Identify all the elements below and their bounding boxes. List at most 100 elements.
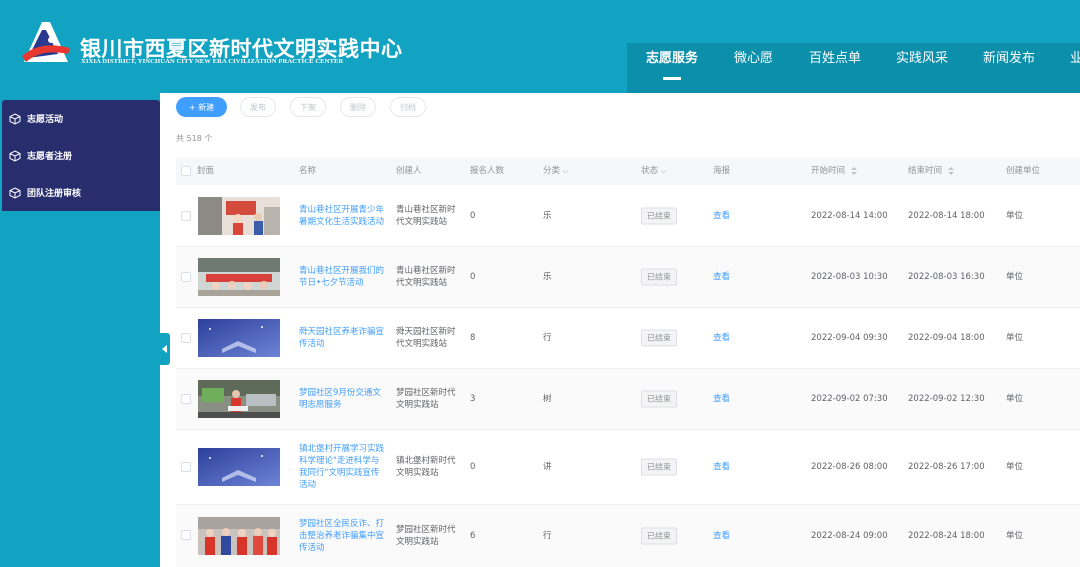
category-cell: 行 — [543, 333, 552, 343]
cover-image[interactable] — [198, 517, 280, 555]
column-header-name: 名称 — [299, 166, 317, 176]
column-header-label: 结束时间 — [908, 166, 943, 176]
row-checkbox[interactable] — [181, 530, 191, 540]
new-button[interactable]: + 新建 — [176, 97, 227, 117]
chevron-down-icon: ⌵ — [660, 167, 667, 175]
nav-item-practice-showcase[interactable]: 实践风采 — [896, 43, 948, 93]
start-time-cell: 2022-09-04 09:30 — [811, 333, 888, 343]
activity-name-link[interactable]: 青山巷社区开展青少年暑期文化生活实践活动 — [299, 204, 387, 228]
sidebar-item-label: 志愿活动 — [27, 115, 64, 125]
unit-cell: 单位 — [1006, 272, 1024, 282]
view-poster-link[interactable]: 查看 — [713, 461, 730, 473]
archive-button[interactable]: 归档 — [390, 97, 426, 117]
row-checkbox[interactable] — [181, 333, 191, 343]
nav-item-micro-wish[interactable]: 微心愿 — [734, 43, 773, 93]
cover-photo — [198, 258, 280, 296]
cover-image[interactable] — [198, 196, 280, 235]
publish-button[interactable]: 发布 — [240, 97, 276, 117]
cover-photo — [198, 319, 280, 357]
view-poster-link[interactable]: 查看 — [713, 393, 730, 405]
site-subtitle: XIXIA DISTRICT, YINCHUAN CITY NEW ERA CI… — [81, 58, 344, 65]
activity-name-link[interactable]: 镇北堡村开展学习实践科学理论"走进科学与我同行"文明实践宣传活动 — [299, 443, 387, 491]
row-checkbox[interactable] — [181, 211, 191, 221]
total-count: 共 518 个 — [176, 134, 213, 143]
status-badge: 已结束 — [641, 527, 677, 545]
status-badge: 已结束 — [641, 207, 677, 224]
sidebar-item-team-review[interactable]: 团队注册审核 — [2, 174, 160, 211]
table-row: 舜天园社区养老诈骗宣传活动 舜天园社区新时代文明实践站 8 行 已结束 查看 2… — [176, 308, 1080, 369]
nav-item-volunteer-service[interactable]: 志愿服务 — [646, 43, 698, 93]
table-row: 梦园社区全民反诈、打击整治养老诈骗集中宣传活动 梦园社区新时代文明实践站 6 行… — [176, 505, 1080, 567]
sidebar-item-label: 团队注册审核 — [27, 189, 82, 199]
start-time-cell: 2022-08-03 10:30 — [811, 272, 888, 282]
row-checkbox[interactable] — [181, 462, 191, 472]
cube-icon — [9, 112, 21, 125]
table-row: 镇北堡村开展学习实践科学理论"走进科学与我同行"文明实践宣传活动 镇北堡村新时代… — [176, 430, 1080, 505]
table-row: 青山巷社区开展我们的节日•七夕节活动 青山巷社区新时代文明实践站 0 乐 已结束… — [176, 247, 1080, 308]
column-header-end-time[interactable]: 结束时间 — [908, 158, 954, 185]
signup-count: 8 — [470, 333, 476, 343]
header: 银川市西夏区新时代文明实践中心 XIXIA DISTRICT, YINCHUAN… — [0, 0, 1080, 93]
creator-cell: 梦园社区新时代文明实践站 — [396, 525, 456, 547]
signup-count: 0 — [470, 210, 476, 221]
status-badge: 已结束 — [641, 268, 677, 286]
end-time-cell: 2022-08-03 16:30 — [908, 272, 985, 282]
cover-image[interactable] — [198, 380, 280, 418]
sidebar-collapse-toggle[interactable] — [160, 333, 170, 365]
status-badge: 已结束 — [641, 329, 677, 347]
top-nav: 志愿服务 微心愿 百姓点单 实践风采 新闻发布 业 — [627, 43, 1080, 93]
creator-cell: 镇北堡村新时代文明实践站 — [396, 456, 456, 478]
cover-image[interactable] — [198, 448, 280, 486]
activity-name-link[interactable]: 舜天园社区养老诈骗宣传活动 — [299, 326, 387, 350]
nav-active-underline — [663, 77, 681, 80]
view-poster-link[interactable]: 查看 — [713, 332, 730, 344]
cover-image[interactable] — [198, 319, 280, 357]
column-header-category[interactable]: 分类 ⌵ — [543, 158, 568, 185]
end-time-cell: 2022-08-26 17:00 — [908, 462, 985, 472]
unit-cell: 单位 — [1006, 531, 1024, 541]
unit-cell: 单位 — [1006, 210, 1024, 221]
offline-button[interactable]: 下架 — [290, 97, 326, 117]
row-checkbox[interactable] — [181, 272, 191, 282]
nav-item-public-order[interactable]: 百姓点单 — [809, 43, 861, 93]
row-checkbox[interactable] — [181, 394, 191, 404]
sidebar-item-volunteer-register[interactable]: 志愿者注册 — [2, 137, 160, 174]
end-time-cell: 2022-08-14 18:00 — [908, 210, 985, 221]
view-poster-link[interactable]: 查看 — [713, 271, 730, 283]
cover-photo — [198, 380, 280, 418]
activity-name-link[interactable]: 梦园社区9月份交通文明志愿服务 — [299, 387, 387, 411]
column-header-label: 分类 — [543, 166, 561, 176]
nav-item-more[interactable]: 业 — [1070, 43, 1080, 93]
table-row: 青山巷社区开展青少年暑期文化生活实践活动 青山巷社区新时代文明实践站 0 乐 已… — [176, 185, 1080, 247]
activity-name-link[interactable]: 青山巷社区开展我们的节日•七夕节活动 — [299, 265, 387, 289]
sidebar-item-volunteer-activity[interactable]: 志愿活动 — [2, 100, 160, 137]
category-cell: 讲 — [543, 462, 552, 472]
end-time-cell: 2022-09-04 18:00 — [908, 333, 985, 343]
logo-icon — [22, 22, 70, 62]
start-time-cell: 2022-08-24 09:00 — [811, 531, 888, 541]
column-header-unit: 创建单位 — [1006, 166, 1041, 176]
table-row: 梦园社区9月份交通文明志愿服务 梦园社区新时代文明实践站 3 树 已结束 查看 … — [176, 369, 1080, 430]
nav-item-news[interactable]: 新闻发布 — [983, 43, 1035, 93]
start-time-cell: 2022-08-14 14:00 — [811, 210, 888, 221]
category-cell: 乐 — [543, 210, 552, 221]
signup-count: 3 — [470, 394, 476, 404]
column-header-signups: 报名人数 — [470, 166, 505, 176]
column-header-creator: 创建人 — [396, 166, 422, 176]
start-time-cell: 2022-08-26 08:00 — [811, 462, 888, 472]
delete-button[interactable]: 删除 — [340, 97, 376, 117]
end-time-cell: 2022-08-24 18:00 — [908, 531, 985, 541]
activity-name-link[interactable]: 梦园社区全民反诈、打击整治养老诈骗集中宣传活动 — [299, 518, 387, 554]
select-all-checkbox[interactable] — [181, 166, 191, 176]
sidebar-item-label: 志愿者注册 — [27, 152, 73, 162]
view-poster-link[interactable]: 查看 — [713, 530, 730, 542]
column-header-start-time[interactable]: 开始时间 — [811, 158, 857, 185]
column-header-status[interactable]: 状态 ⌵ — [641, 158, 666, 185]
sidebar-menu: 志愿活动 志愿者注册 团队注册审核 — [2, 100, 160, 211]
creator-cell: 舜天园社区新时代文明实践站 — [396, 327, 456, 349]
cover-image[interactable] — [198, 258, 280, 296]
unit-cell: 单位 — [1006, 333, 1024, 343]
signup-count: 0 — [470, 462, 476, 472]
view-poster-link[interactable]: 查看 — [713, 210, 730, 222]
column-header-cover: 封面 — [197, 166, 215, 176]
